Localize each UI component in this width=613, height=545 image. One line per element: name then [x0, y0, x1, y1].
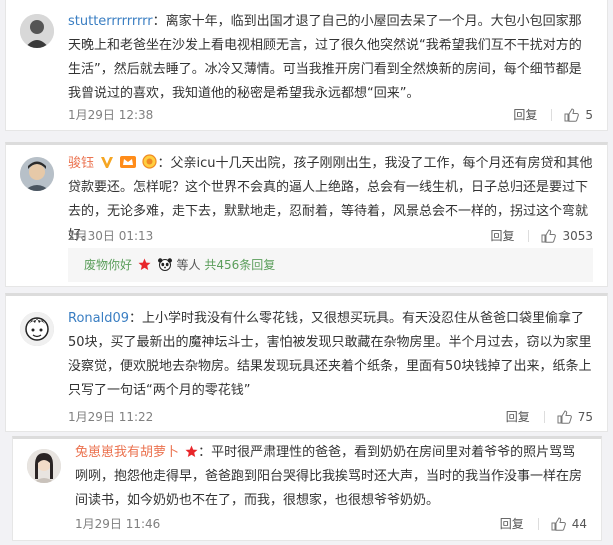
comment-card: 兔崽崽我有胡萝卜 ：平时很严肃理性的爸爸，看到奶奶在房间里对着爷爷的照片骂骂咧咧… — [12, 436, 602, 541]
comment-time: 1月29日 11:22 — [68, 410, 154, 424]
panda-icon — [157, 258, 172, 271]
star-icon — [185, 445, 198, 457]
reply-button[interactable]: 回复 — [506, 408, 530, 425]
comment-text: 上小学时我没有什么零花钱，又很想买玩具。有天没忍住从爸爸口袋里偷拿了50块，买了… — [68, 311, 592, 398]
comment-username[interactable]: 骏钰 — [68, 156, 94, 171]
reply-button[interactable]: 回复 — [500, 515, 524, 532]
comment-time: 1月29日 11:46 — [75, 517, 161, 531]
comment-card: stutterrrrrrrrr：离家十年，临到出国才退了自己的小屋回去呆了一个月… — [5, 0, 608, 131]
avatar[interactable] — [20, 312, 54, 346]
like-button[interactable]: 44 — [551, 517, 587, 531]
vip-v-icon — [101, 157, 114, 168]
comment-body: Ronald09：上小学时我没有什么零花钱，又很想买玩具。有天没忍住从爸爸口袋里… — [68, 311, 592, 398]
comment-time: 1月29日 12:38 — [68, 108, 154, 122]
comment-body: 兔崽崽我有胡萝卜 ：平时很严肃理性的爸爸，看到奶奶在房间里对着爷爷的照片骂骂咧咧… — [75, 445, 583, 508]
like-count: 3053 — [562, 228, 593, 243]
comment-card: 骏钰 ：父亲icu十几天出院，孩子刚刚出生，我没了工作，每个月还有房贷和其他贷款… — [5, 142, 608, 287]
divider — [528, 229, 530, 242]
comment-username[interactable]: stutterrrrrrrrr — [68, 14, 153, 29]
like-button[interactable]: 5 — [564, 108, 593, 122]
like-button[interactable]: 3053 — [541, 229, 593, 243]
comment-actions: 回复 44 — [500, 515, 587, 532]
thumbs-up-icon — [551, 516, 566, 531]
thumbs-up-icon — [541, 228, 557, 243]
avatar[interactable] — [20, 14, 54, 48]
comment-time: 1月30日 01:13 — [68, 229, 154, 243]
like-count: 44 — [571, 516, 587, 531]
divider — [537, 517, 539, 530]
comment-actions: 回复 75 — [506, 408, 593, 425]
sub-reply-middle: 等人 — [176, 258, 201, 272]
comment-body: stutterrrrrrrrr：离家十年，临到出国才退了自己的小屋回去呆了一个月… — [68, 14, 582, 101]
thumbs-up-icon — [557, 409, 572, 424]
sub-reply-summary[interactable]: 废物你好 等人 共456条回复 — [68, 248, 593, 282]
avatar[interactable] — [27, 449, 61, 483]
sub-reply-count-link[interactable]: 共456条回复 — [204, 258, 275, 272]
comment-card: Ronald09：上小学时我没有什么零花钱，又很想买玩具。有天没忍住从爸爸口袋里… — [5, 293, 608, 432]
crown-icon — [120, 156, 137, 168]
thumbs-up-icon — [564, 107, 580, 122]
comment-actions: 回复 3053 — [490, 227, 593, 244]
like-button[interactable]: 75 — [557, 410, 593, 424]
comment-actions: 回复 5 — [513, 106, 593, 123]
star-icon — [138, 258, 151, 270]
reply-button[interactable]: 回复 — [490, 227, 514, 244]
divider — [551, 108, 553, 121]
like-count: 5 — [585, 107, 593, 122]
reply-button[interactable]: 回复 — [513, 106, 537, 123]
comment-username[interactable]: 兔崽崽我有胡萝卜 — [75, 445, 179, 460]
like-count: 75 — [577, 409, 593, 424]
comment-username[interactable]: Ronald09 — [68, 311, 129, 326]
sub-reply-user[interactable]: 废物你好 — [84, 258, 132, 272]
divider — [543, 410, 545, 423]
avatar[interactable] — [20, 157, 54, 191]
medal-icon — [142, 154, 158, 169]
